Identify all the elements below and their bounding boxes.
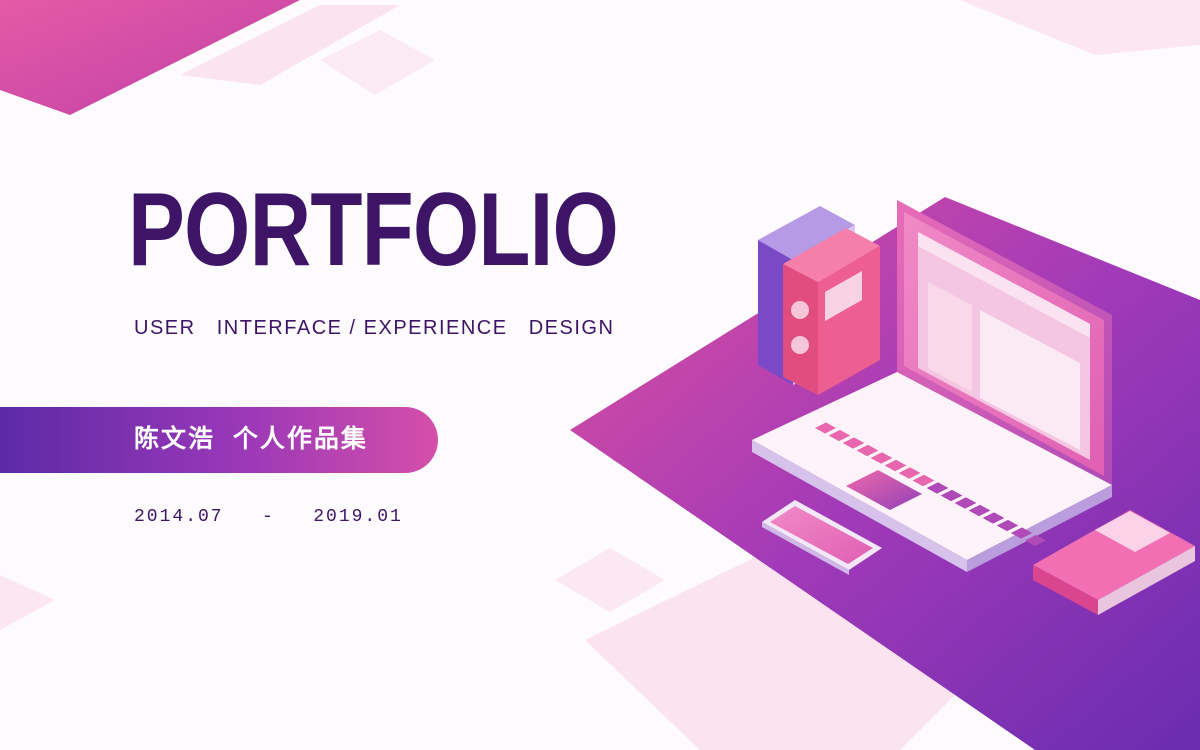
subtitle: USER INTERFACE / EXPERIENCE DESIGN xyxy=(134,317,615,339)
author-name-label: 陈文浩 个人作品集 xyxy=(134,425,368,453)
background-illustration xyxy=(0,0,1200,750)
page-title: PORTFOLIO xyxy=(128,172,619,288)
date-range: 2014.07 - 2019.01 xyxy=(134,507,403,527)
